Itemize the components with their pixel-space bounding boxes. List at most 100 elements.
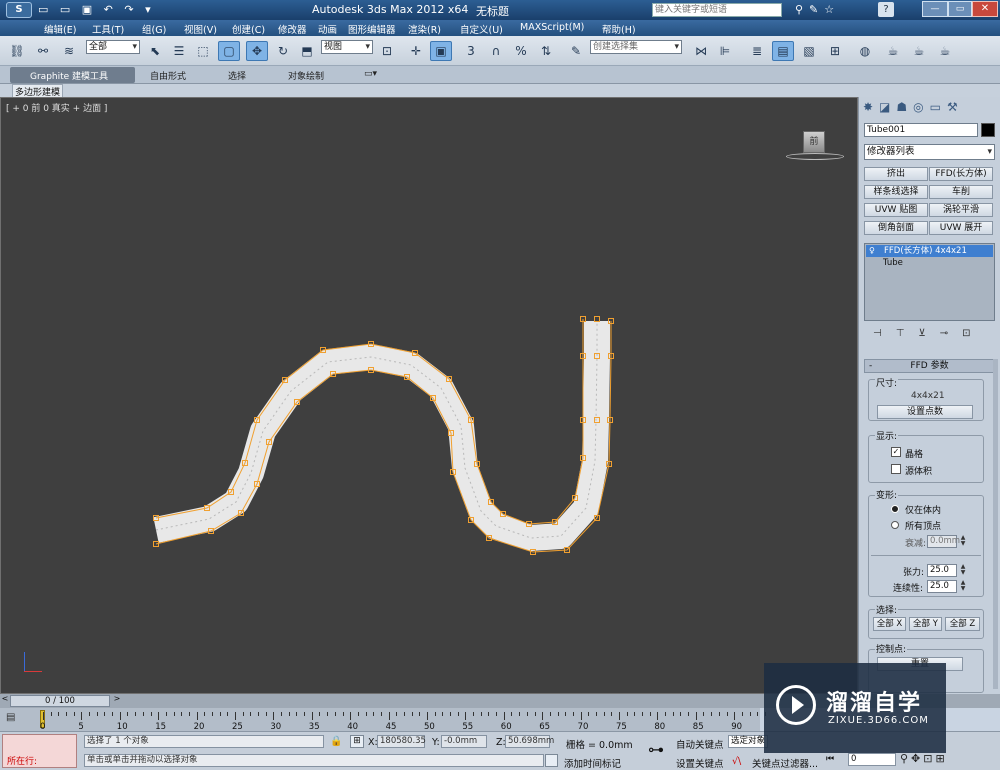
render-setup-icon[interactable]: ☕ bbox=[882, 41, 904, 61]
time-slider[interactable]: 0 / 100 bbox=[10, 695, 110, 707]
menu-edit[interactable]: 编辑(E) bbox=[44, 22, 76, 36]
bind-spacewarp-icon[interactable]: ≋ bbox=[58, 41, 80, 61]
object-color-swatch[interactable] bbox=[981, 123, 995, 137]
x-coord-field[interactable]: 180580.35 bbox=[377, 735, 426, 748]
time-next-arrow[interactable]: > bbox=[112, 694, 122, 708]
named-selection-dropdown[interactable]: 创建选择集 bbox=[590, 40, 682, 54]
key-filters-button[interactable]: 关键点过滤器... bbox=[752, 756, 818, 770]
spinner-snap-icon[interactable]: ⇅ bbox=[535, 41, 557, 61]
schematic-view-icon[interactable]: ⊞ bbox=[824, 41, 846, 61]
mod-ffd-box-button[interactable]: FFD(长方体) bbox=[929, 167, 993, 181]
mod-unwrap-uvw-button[interactable]: UVW 展开 bbox=[929, 221, 993, 235]
layer-manager-icon[interactable]: ≣ bbox=[746, 41, 768, 61]
set-key-button[interactable]: 设置关键点 bbox=[676, 756, 724, 770]
render-production-icon[interactable]: ☕ bbox=[934, 41, 956, 61]
window-crossing-icon[interactable]: ▢ bbox=[218, 41, 240, 61]
time-tag-icon[interactable] bbox=[545, 754, 558, 767]
tab-object-paint[interactable]: 对象绘制 bbox=[288, 69, 324, 82]
rect-selection-icon[interactable]: ⬚ bbox=[192, 41, 214, 61]
viewport-nav-icons[interactable]: ⚲✥⊡⊞ bbox=[900, 752, 948, 765]
tube-ffd-model[interactable] bbox=[1, 98, 857, 693]
minimize-button[interactable]: — bbox=[922, 1, 948, 17]
modifier-list-dropdown[interactable]: 修改器列表 bbox=[864, 144, 995, 160]
select-object-icon[interactable]: ⬉ bbox=[144, 41, 166, 61]
only-in-volume-radio[interactable] bbox=[891, 505, 899, 513]
curve-editor-icon[interactable]: ▧ bbox=[798, 41, 820, 61]
mod-turbosmooth-button[interactable]: 涡轮平滑 bbox=[929, 203, 993, 217]
unlink-icon[interactable]: ⚯ bbox=[32, 41, 54, 61]
all-vertices-radio[interactable] bbox=[891, 521, 899, 529]
search-input[interactable] bbox=[652, 3, 782, 17]
menu-rendering[interactable]: 渲染(R) bbox=[408, 22, 441, 36]
select-rotate-icon[interactable]: ↻ bbox=[272, 41, 294, 61]
menu-help[interactable]: 帮助(H) bbox=[602, 22, 636, 36]
menu-group[interactable]: 组(G) bbox=[142, 22, 166, 36]
ref-coord-dropdown[interactable]: 视图 bbox=[321, 40, 373, 54]
menu-modifiers[interactable]: 修改器 bbox=[278, 22, 307, 36]
key-mode-dropdown[interactable]: 选定对象 bbox=[728, 735, 768, 748]
quick-access-icons[interactable]: ▭ ▭ ▣ ↶ ↷ ▾ bbox=[38, 3, 155, 16]
trackbar[interactable]: ▤ 0 5 10 15 20 25 30 35 40 45 50 55 60 65 70 75 80 85 90 bbox=[0, 708, 766, 732]
rollout-ffd-params[interactable]: - FFD 参数 bbox=[864, 359, 995, 373]
mod-spline-select-button[interactable]: 样条线选择 bbox=[864, 185, 928, 199]
stack-tools-icons[interactable]: ⊣⊤⊻⊸⊡ bbox=[873, 328, 985, 339]
graphite-toggle-icon[interactable]: ▤ bbox=[772, 41, 794, 61]
current-frame-field[interactable]: 0 bbox=[848, 753, 896, 766]
angle-snap-icon[interactable]: ∩ bbox=[485, 41, 507, 61]
keyboard-shortcut-icon[interactable]: ▣ bbox=[430, 41, 452, 61]
object-name-field[interactable]: Tube001 bbox=[864, 123, 978, 137]
falloff-spinner-arrows[interactable]: ▲ ▼ bbox=[959, 535, 967, 548]
mirror-icon[interactable]: ⋈ bbox=[690, 41, 712, 61]
select-manipulate-icon[interactable]: ✛ bbox=[405, 41, 427, 61]
pivot-center-icon[interactable]: ⊡ bbox=[376, 41, 398, 61]
panel-scrollbar[interactable] bbox=[993, 359, 998, 689]
maxscript-listener[interactable]: 所在行: bbox=[2, 734, 77, 768]
continuity-spinner[interactable]: 25.0 bbox=[927, 580, 957, 593]
set-points-button[interactable]: 设置点数 bbox=[877, 405, 973, 419]
edit-named-sets-icon[interactable]: ✎ bbox=[565, 41, 587, 61]
menu-tools[interactable]: 工具(T) bbox=[92, 22, 124, 36]
menu-create[interactable]: 创建(C) bbox=[232, 22, 265, 36]
select-all-y-button[interactable]: 全部 Y bbox=[909, 617, 942, 631]
modifier-stack[interactable]: ♀ FFD(长方体) 4x4x21 Tube bbox=[864, 243, 995, 321]
z-coord-field[interactable]: 50.698mm bbox=[505, 735, 554, 748]
stack-item-ffd[interactable]: ♀ FFD(长方体) 4x4x21 bbox=[866, 245, 993, 257]
rendered-frame-icon[interactable]: ☕ bbox=[908, 41, 930, 61]
tab-freeform[interactable]: 自由形式 bbox=[150, 69, 186, 82]
menu-animation[interactable]: 动画 bbox=[318, 22, 337, 36]
percent-snap-icon[interactable]: % bbox=[510, 41, 532, 61]
lock-icon[interactable]: 🔒 bbox=[330, 736, 342, 747]
align-icon[interactable]: ⊫ bbox=[714, 41, 736, 61]
tab-graphite[interactable]: Graphite 建模工具 bbox=[30, 69, 108, 82]
app-logo-icon[interactable]: S bbox=[6, 2, 32, 18]
select-by-name-icon[interactable]: ☰ bbox=[168, 41, 190, 61]
absolute-mode-icon[interactable]: ⊞ bbox=[350, 735, 364, 748]
lattice-checkbox[interactable]: ✓ bbox=[891, 447, 901, 457]
time-prev-arrow[interactable]: < bbox=[0, 694, 10, 708]
auto-key-button[interactable]: 自动关键点 bbox=[676, 737, 724, 751]
tangent-icon[interactable]: √\ bbox=[732, 756, 741, 767]
add-time-tag[interactable]: 添加时间标记 bbox=[564, 756, 621, 770]
close-button[interactable]: ✕ bbox=[972, 1, 998, 17]
infocenter-icons[interactable]: ⚲✎☆ bbox=[795, 3, 840, 16]
curve-editor-mini-icon[interactable]: ▤ bbox=[6, 712, 15, 723]
source-volume-checkbox[interactable] bbox=[891, 464, 901, 474]
select-all-x-button[interactable]: 全部 X bbox=[873, 617, 906, 631]
mod-uvw-map-button[interactable]: UVW 贴图 bbox=[864, 203, 928, 217]
menu-views[interactable]: 视图(V) bbox=[184, 22, 217, 36]
mod-lathe-button[interactable]: 车削 bbox=[929, 185, 993, 199]
tube-body[interactable] bbox=[153, 321, 610, 551]
tension-spinner-arrows[interactable]: ▲ ▼ bbox=[959, 564, 967, 577]
selection-filter-dropdown[interactable]: 全部 bbox=[86, 40, 140, 54]
link-icon[interactable]: ⛓ bbox=[6, 41, 28, 61]
viewport-front[interactable]: [ + 0 前 0 真实 + 边面 ] 前 bbox=[0, 97, 858, 694]
select-all-z-button[interactable]: 全部 Z bbox=[945, 617, 980, 631]
tension-spinner[interactable]: 25.0 bbox=[927, 564, 957, 577]
continuity-spinner-arrows[interactable]: ▲ ▼ bbox=[959, 580, 967, 593]
y-coord-field[interactable]: -0.0mm bbox=[441, 735, 487, 748]
material-editor-icon[interactable]: ◍ bbox=[854, 41, 876, 61]
goto-start-icon[interactable]: ⏮ bbox=[826, 754, 834, 764]
maximize-button[interactable]: ▭ bbox=[948, 1, 972, 17]
lightbulb-icon[interactable]: ♀ bbox=[869, 245, 875, 257]
ffd-control-point[interactable] bbox=[594, 316, 600, 322]
